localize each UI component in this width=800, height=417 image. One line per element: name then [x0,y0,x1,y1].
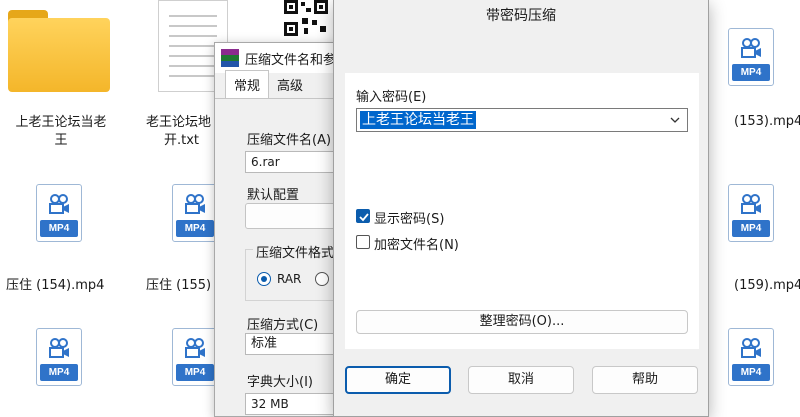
video-file-icon[interactable]: MP4 [172,328,218,386]
password-text: 上老王论坛当老王 [360,111,476,129]
archive-format-label: 压缩文件格式 [253,242,338,261]
file-name: (159).mp4 [734,278,800,293]
checkmark-icon [359,213,369,222]
file-name: 开.txt [164,133,200,148]
archive-name-label: 压缩文件名(A) [247,133,332,148]
format-rar-label: RAR [277,272,302,286]
default-profile-label: 默认配置 [247,188,300,203]
video-file-icon[interactable]: MP4 [728,28,774,86]
format-zip-radio[interactable] [315,272,329,286]
video-file-icon[interactable]: MP4 [36,184,82,242]
file-name: 王 [54,133,68,148]
file-name: (153).mp4 [734,114,800,129]
compression-method-label: 压缩方式(C) [247,318,319,333]
folder-icon [8,10,110,92]
file-name: 压住 (154).mp4 [6,278,105,293]
folder-item[interactable]: 上老王论坛当老 王 [0,0,120,155]
cancel-button[interactable]: 取消 [468,366,574,394]
ok-button[interactable]: 确定 [345,366,451,394]
qr-code-icon [284,0,328,36]
video-file-icon[interactable]: MP4 [728,328,774,386]
encrypt-filenames-label: 加密文件名(N) [374,238,459,253]
format-rar-radio[interactable] [257,272,271,286]
encrypt-filenames-checkbox[interactable] [356,235,370,249]
organize-passwords-button[interactable]: 整理密码(O)... [356,310,688,334]
file-name: 老王论坛地 [146,115,212,130]
show-password-label: 显示密码(S) [374,212,445,227]
file-name: 上老王论坛当老 [15,115,107,130]
dialog-title: 带密码压缩 [334,0,708,32]
tab-advanced[interactable]: 高级 [269,71,311,98]
video-file-icon[interactable]: MP4 [36,328,82,386]
file-name: 压住 (155) [146,278,212,293]
video-file-icon[interactable]: MP4 [728,184,774,242]
dictionary-size-label: 字典大小(I) [247,375,313,390]
help-button[interactable]: 帮助 [592,366,698,394]
password-input[interactable]: 上老王论坛当老王 [356,108,688,132]
dialog-title: 压缩文件名和参 [245,52,337,68]
enter-password-label: 输入密码(E) [356,90,427,105]
winrar-icon [221,49,239,67]
show-password-checkbox[interactable] [356,209,370,223]
tab-general[interactable]: 常规 [225,70,270,98]
password-dialog: 带密码压缩 输入密码(E) 上老王论坛当老王 显示密码(S) 加密文件名(N) … [333,0,709,417]
video-file-icon[interactable]: MP4 [172,184,218,242]
chevron-down-icon[interactable] [667,112,683,128]
